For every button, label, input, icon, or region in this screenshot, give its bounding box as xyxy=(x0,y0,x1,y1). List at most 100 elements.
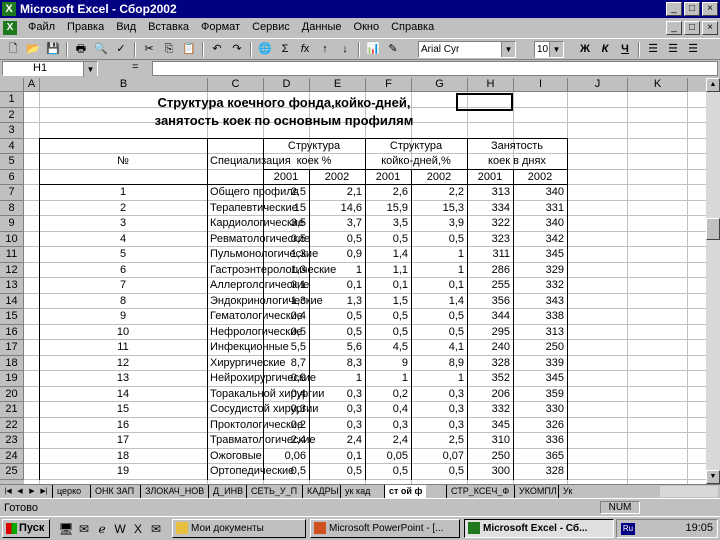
row-header-16[interactable]: 16 xyxy=(0,324,24,340)
task-powerpoint[interactable]: Microsoft PowerPoint - [... xyxy=(310,519,460,538)
chart-wizard-icon[interactable]: 📊 xyxy=(364,41,382,58)
active-cell-selection[interactable] xyxy=(456,93,513,111)
paste-icon[interactable]: 📋 xyxy=(180,41,198,58)
print-preview-icon[interactable]: 🔍 xyxy=(92,41,110,58)
last-sheet-icon[interactable]: ▶| xyxy=(38,485,50,498)
new-icon[interactable]: 🗋 xyxy=(4,41,22,58)
menu-data[interactable]: Данные xyxy=(296,21,348,33)
menu-help[interactable]: Справка xyxy=(385,21,440,33)
prev-sheet-icon[interactable]: ◀ xyxy=(14,485,26,498)
excel-quick-icon[interactable]: X xyxy=(130,521,146,537)
doc-minimize-button[interactable]: _ xyxy=(666,21,682,35)
sheet-tab[interactable]: УКОМПЛ xyxy=(514,485,561,498)
column-header-i[interactable]: I xyxy=(514,78,568,92)
print-icon[interactable]: 🖶 xyxy=(72,41,90,58)
row-header-11[interactable]: 11 xyxy=(0,247,24,263)
workbook-icon[interactable]: X xyxy=(3,21,17,35)
start-button[interactable]: Пуск xyxy=(2,519,50,538)
worksheet-grid[interactable]: Структура коечного фонда,койко-дней, зан… xyxy=(24,92,706,484)
formula-equals[interactable]: = xyxy=(132,61,138,73)
vertical-scrollbar[interactable]: ▲ ▼ xyxy=(706,78,720,484)
row-header-21[interactable]: 21 xyxy=(0,402,24,418)
sheet-tab[interactable]: ЗЛОКАЧ_НОВ xyxy=(140,485,209,498)
row-header-6[interactable]: 6 xyxy=(0,169,24,185)
word-icon[interactable]: W xyxy=(112,521,128,537)
column-header-h[interactable]: H xyxy=(468,78,514,92)
first-sheet-icon[interactable]: |◀ xyxy=(2,485,14,498)
menu-edit[interactable]: Правка xyxy=(61,21,110,33)
row-header-9[interactable]: 9 xyxy=(0,216,24,232)
undo-icon[interactable]: ↶ xyxy=(208,41,226,58)
row-header-10[interactable]: 10 xyxy=(0,231,24,247)
select-all-corner[interactable] xyxy=(0,78,24,92)
formula-input[interactable] xyxy=(152,61,718,76)
open-icon[interactable]: 📂 xyxy=(24,41,42,58)
column-header-g[interactable]: G xyxy=(412,78,468,92)
font-size-select[interactable]: 10 ▼ xyxy=(534,41,564,58)
sort-desc-icon[interactable]: ↓ xyxy=(336,41,354,58)
name-box[interactable]: H1 ▼ xyxy=(2,61,98,77)
outlook-icon[interactable]: ✉ xyxy=(76,521,92,537)
sheet-tab[interactable]: КАДРЫ xyxy=(302,485,343,498)
font-name-dropdown-icon[interactable]: ▼ xyxy=(501,42,515,57)
column-header-k[interactable]: K xyxy=(628,78,688,92)
next-sheet-icon[interactable]: ▶ xyxy=(26,485,38,498)
scroll-down-icon[interactable]: ▼ xyxy=(706,470,720,484)
row-header-17[interactable]: 17 xyxy=(0,340,24,356)
underline-button[interactable]: Ч xyxy=(616,41,634,58)
menu-format[interactable]: Формат xyxy=(195,21,246,33)
language-indicator[interactable]: Ru xyxy=(621,523,635,535)
row-header-20[interactable]: 20 xyxy=(0,386,24,402)
row-header-15[interactable]: 15 xyxy=(0,309,24,325)
sort-asc-icon[interactable]: ↑ xyxy=(316,41,334,58)
row-header-13[interactable]: 13 xyxy=(0,278,24,294)
row-header-18[interactable]: 18 xyxy=(0,355,24,371)
minimize-button[interactable]: _ xyxy=(666,2,682,16)
column-header-b[interactable]: B xyxy=(40,78,208,92)
save-icon[interactable]: 💾 xyxy=(44,41,62,58)
function-icon[interactable]: fx xyxy=(296,41,314,58)
name-box-dropdown-icon[interactable]: ▼ xyxy=(83,62,97,77)
row-header-19[interactable]: 19 xyxy=(0,371,24,387)
sheet-tab[interactable]: ОНК ЗАП xyxy=(90,485,139,498)
mail-icon[interactable]: ✉ xyxy=(148,521,164,537)
menu-insert[interactable]: Вставка xyxy=(142,21,195,33)
autosum-icon[interactable]: Σ xyxy=(276,41,294,58)
task-excel[interactable]: Microsoft Excel - Сб... xyxy=(464,519,614,538)
sheet-tab[interactable]: СЕТЬ_У_П xyxy=(246,485,302,498)
row-header-2[interactable]: 2 xyxy=(0,107,24,123)
drawing-icon[interactable]: ✎ xyxy=(384,41,402,58)
scroll-up-icon[interactable]: ▲ xyxy=(706,78,720,92)
column-header-e[interactable]: E xyxy=(310,78,366,92)
horizontal-scrollbar[interactable] xyxy=(660,486,718,497)
align-left-icon[interactable]: ☰ xyxy=(644,41,662,58)
italic-button[interactable]: К xyxy=(596,41,614,58)
doc-close-button[interactable]: × xyxy=(702,21,718,35)
menu-tools[interactable]: Сервис xyxy=(246,21,296,33)
maximize-button[interactable]: □ xyxy=(684,2,700,16)
menu-file[interactable]: Файл xyxy=(22,21,61,33)
row-header-1[interactable]: 1 xyxy=(0,92,24,108)
column-header-d[interactable]: D xyxy=(264,78,310,92)
desktop-icon[interactable]: 🖥 xyxy=(58,521,74,537)
ie-icon[interactable]: ℯ xyxy=(94,521,110,537)
row-header-7[interactable]: 7 xyxy=(0,185,24,201)
doc-restore-button[interactable]: □ xyxy=(684,21,700,35)
row-header-22[interactable]: 22 xyxy=(0,417,24,433)
font-name-select[interactable]: Arial Cyr ▼ xyxy=(418,41,516,58)
row-header-14[interactable]: 14 xyxy=(0,293,24,309)
column-header-c[interactable]: C xyxy=(208,78,264,92)
sheet-tab[interactable]: церко xyxy=(52,485,86,498)
sheet-tab[interactable]: СТР_КСЕЧ_Ф xyxy=(446,485,514,498)
row-header-5[interactable]: 5 xyxy=(0,154,24,170)
row-header-12[interactable]: 12 xyxy=(0,262,24,278)
column-header-a[interactable]: A xyxy=(24,78,40,92)
row-header-24[interactable]: 24 xyxy=(0,448,24,464)
column-header-f[interactable]: F xyxy=(366,78,412,92)
row-header-23[interactable]: 23 xyxy=(0,433,24,449)
font-size-dropdown-icon[interactable]: ▼ xyxy=(549,42,563,57)
row-header-8[interactable]: 8 xyxy=(0,200,24,216)
align-center-icon[interactable]: ☰ xyxy=(664,41,682,58)
clock[interactable]: 19:05 xyxy=(685,522,713,534)
spelling-icon[interactable]: ✓ xyxy=(112,41,130,58)
